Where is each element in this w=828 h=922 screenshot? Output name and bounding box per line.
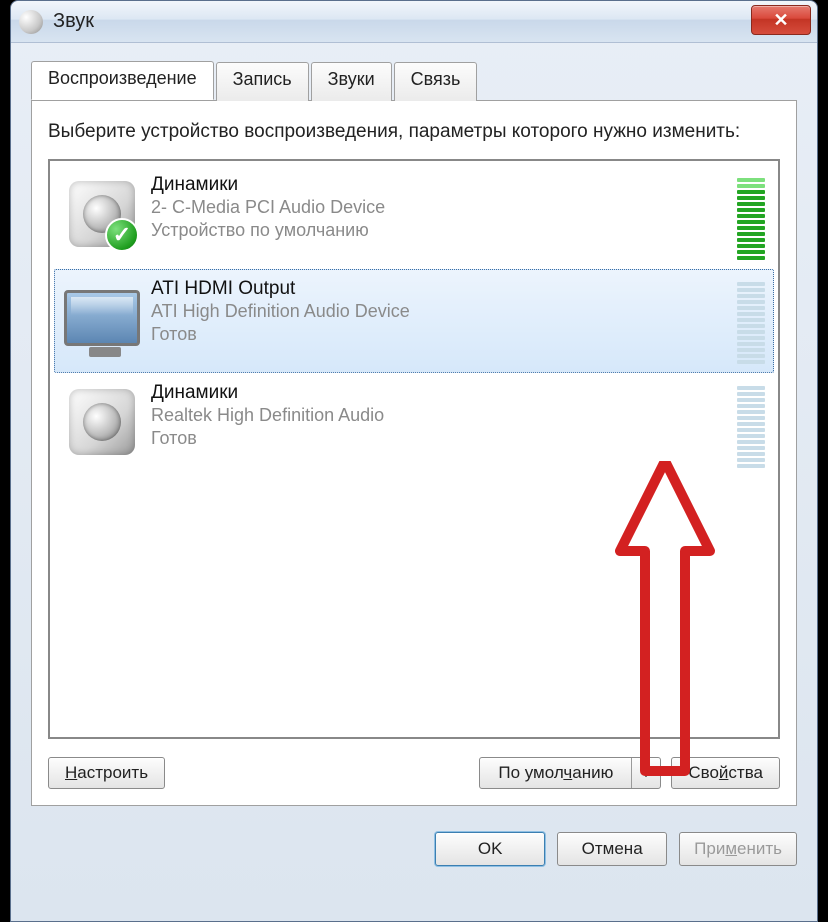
device-status: Устройство по умолчанию [151, 219, 737, 242]
ok-button[interactable]: OK [435, 832, 545, 866]
content-area: Воспроизведение Запись Звуки Связь Выбер… [11, 43, 817, 818]
cancel-button[interactable]: Отмена [557, 832, 667, 866]
properties-button[interactable]: Свойства [671, 757, 780, 789]
panel-buttons: Настроить По умолчанию Свойства [48, 757, 780, 789]
tab-panel: Выберите устройство воспроизведения, пар… [31, 100, 797, 806]
device-row[interactable]: ATI HDMI Output ATI High Definition Audi… [54, 269, 774, 373]
device-row[interactable]: Динамики Realtek High Definition Audio Г… [54, 373, 774, 477]
chevron-down-icon[interactable] [632, 758, 660, 788]
tab-bar: Воспроизведение Запись Звуки Связь [31, 61, 797, 100]
close-icon: ✕ [773, 10, 788, 31]
device-list[interactable]: ✓ Динамики 2- C-Media PCI Audio Device У… [48, 159, 780, 739]
configure-button[interactable]: Настроить [48, 757, 165, 789]
device-text: Динамики 2- C-Media PCI Audio Device Уст… [145, 174, 737, 243]
device-name: ATI HDMI Output [151, 278, 737, 300]
speaker-icon [59, 382, 145, 462]
level-meter [737, 382, 765, 468]
device-row[interactable]: ✓ Динамики 2- C-Media PCI Audio Device У… [54, 165, 774, 269]
device-text: ATI HDMI Output ATI High Definition Audi… [145, 278, 737, 347]
tab-playback[interactable]: Воспроизведение [31, 61, 214, 100]
device-status: Готов [151, 427, 737, 450]
default-check-icon: ✓ [105, 218, 139, 252]
speaker-icon: ✓ [59, 174, 145, 254]
sound-dialog: Звук ✕ Воспроизведение Запись Звуки Связ… [10, 0, 818, 922]
device-driver: 2- C-Media PCI Audio Device [151, 196, 737, 219]
sound-app-icon [19, 10, 43, 34]
device-status: Готов [151, 323, 737, 346]
tab-recording[interactable]: Запись [216, 62, 309, 101]
level-meter [737, 278, 765, 364]
set-default-button[interactable]: По умолчанию [479, 757, 661, 789]
titlebar[interactable]: Звук ✕ [11, 1, 817, 43]
device-name: Динамики [151, 382, 737, 404]
monitor-icon [59, 278, 145, 358]
device-driver: Realtek High Definition Audio [151, 404, 737, 427]
device-text: Динамики Realtek High Definition Audio Г… [145, 382, 737, 451]
apply-button[interactable]: Применить [679, 832, 797, 866]
dialog-buttons: OK Отмена Применить [11, 818, 817, 866]
window-title: Звук [53, 10, 94, 33]
device-name: Динамики [151, 174, 737, 196]
device-driver: ATI High Definition Audio Device [151, 300, 737, 323]
tab-communications[interactable]: Связь [394, 62, 478, 101]
arrow-annotation [610, 461, 720, 781]
instruction-text: Выберите устройство воспроизведения, пар… [48, 119, 780, 145]
level-meter [737, 174, 765, 260]
tab-sounds[interactable]: Звуки [311, 62, 392, 101]
close-button[interactable]: ✕ [751, 5, 811, 35]
